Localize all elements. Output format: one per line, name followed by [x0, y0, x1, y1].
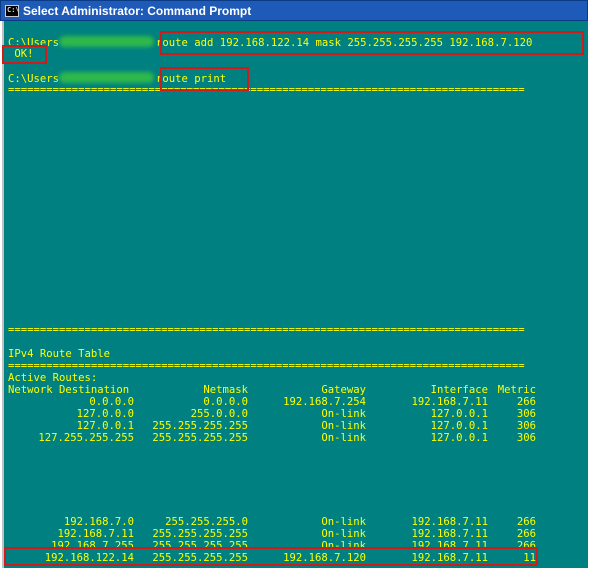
route-netmask: 255.255.255.255: [152, 540, 248, 552]
route-destination: 127.0.0.1: [76, 420, 134, 432]
route-destination: 0.0.0.0: [89, 396, 134, 408]
route-row: 192.168.7.11 255.255.255.255 On-link 192.16…: [8, 528, 538, 540]
route-row: 192.168.7.255 255.255.255.255 On-link 192.1…: [8, 540, 538, 552]
ok-response: OK!: [8, 48, 34, 60]
command-route-add: route add 192.168.122.14 mask 255.255.25…: [156, 37, 533, 49]
route-destination: 192.168.7.0: [63, 516, 134, 528]
route-interface: 192.168.7.11: [411, 528, 488, 540]
route-netmask: 255.255.255.0: [165, 516, 248, 528]
route-destination: 192.168.122.14: [44, 552, 134, 564]
separator-2: ========================================…: [8, 360, 525, 372]
route-metric: 266: [516, 516, 536, 528]
route-gateway: On-link: [321, 408, 366, 420]
route-netmask: 255.255.255.255: [152, 528, 248, 540]
route-metric: 306: [516, 420, 536, 432]
route-netmask: 255.255.255.255: [152, 420, 248, 432]
route-interface: 127.0.0.1: [430, 432, 488, 444]
header-netmask: Netmask: [203, 384, 248, 396]
route-interface: 192.168.7.11: [411, 516, 488, 528]
redacted-username-2: [59, 72, 155, 83]
route-row: 127.0.0.0 255.0.0.0 On-link 127.0.0.1 306: [8, 408, 538, 420]
route-netmask: 255.255.255.255: [152, 432, 248, 444]
route-netmask: 255.255.255.255: [152, 552, 248, 564]
route-interface: 127.0.0.1: [430, 408, 488, 420]
route-destination: 192.168.7.255: [51, 540, 134, 552]
route-gateway: On-link: [321, 540, 366, 552]
active-routes-label: Active Routes:: [8, 372, 98, 384]
route-metric: 11: [523, 552, 536, 564]
route-destination: 127.0.0.0: [76, 408, 134, 420]
route-table-header: Network Destination Netmask Gateway Inte…: [8, 384, 538, 396]
route-gateway: On-link: [321, 528, 366, 540]
route-gateway: 192.168.7.120: [283, 552, 366, 564]
route-row: 0.0.0.0 0.0.0.0 192.168.7.254 192.168.7.11 2…: [8, 396, 538, 408]
prompt-line-1: C:\Users route add 192.168.122.14 mask 25…: [8, 36, 533, 49]
route-destination: 127.255.255.255: [38, 432, 134, 444]
redacted-username: [59, 36, 155, 47]
route-table-title: IPv4 Route Table: [8, 348, 111, 360]
route-gateway: On-link: [321, 432, 366, 444]
prompt-line-2: C:\Users route print: [8, 72, 226, 85]
route-metric: 306: [516, 432, 536, 444]
route-interface: 192.168.7.11: [411, 396, 488, 408]
separator-top: ========================================…: [8, 84, 525, 96]
header-metric: Metric: [497, 384, 536, 396]
route-metric: 306: [516, 408, 536, 420]
route-metric: 266: [516, 540, 536, 552]
command-prompt-icon: C:\: [5, 4, 20, 17]
header-network-destination: Network Destination: [8, 384, 130, 396]
route-destination: 192.168.7.11: [57, 528, 134, 540]
console-area[interactable]: C:\Users route add 192.168.122.14 mask 25…: [2, 21, 588, 568]
separator-1: ========================================…: [8, 324, 525, 336]
route-gateway: On-link: [321, 420, 366, 432]
route-row: 192.168.122.14 255.255.255.255 192.168.7.1…: [8, 552, 538, 564]
route-interface: 192.168.7.11: [411, 552, 488, 564]
route-gateway: On-link: [321, 516, 366, 528]
route-netmask: 0.0.0.0: [203, 396, 248, 408]
route-netmask: 255.0.0.0: [190, 408, 248, 420]
route-row: 127.255.255.255 255.255.255.255 On-link 127…: [8, 432, 538, 444]
route-row: 192.168.7.0 255.255.255.0 On-link 192.168.7…: [8, 516, 538, 528]
window-title: Select Administrator: Command Prompt: [23, 3, 252, 18]
route-interface: 192.168.7.11: [411, 540, 488, 552]
header-interface: Interface: [430, 384, 488, 396]
route-row: 127.0.0.1 255.255.255.255 On-link 127.0.0.1…: [8, 420, 538, 432]
route-metric: 266: [516, 396, 536, 408]
header-gateway: Gateway: [321, 384, 366, 396]
route-metric: 266: [516, 528, 536, 540]
window-titlebar[interactable]: C:\ Select Administrator: Command Prompt: [0, 0, 588, 21]
route-interface: 127.0.0.1: [430, 420, 488, 432]
route-gateway: 192.168.7.254: [283, 396, 366, 408]
